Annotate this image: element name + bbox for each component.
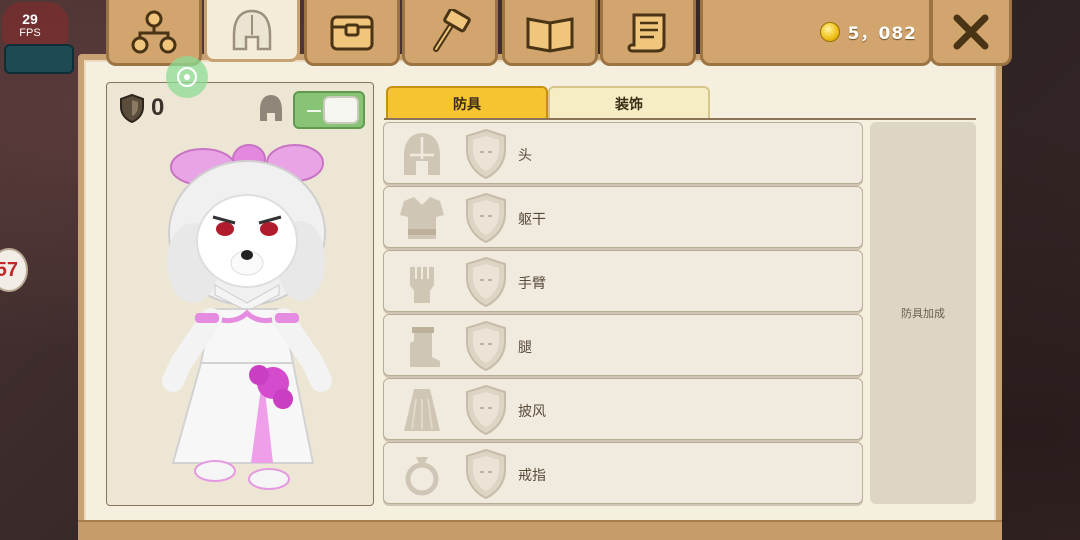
subtab-decoration[interactable]: 装饰: [548, 86, 710, 120]
fps-counter: 29 FPS: [10, 12, 50, 39]
slot-legs-label: 腿: [518, 340, 532, 356]
hierarchy-icon: [131, 10, 177, 53]
shield-slot-icon: [466, 448, 506, 500]
helmet-icon: [404, 133, 440, 175]
hammer-icon: [433, 8, 471, 52]
cape-icon: [404, 389, 440, 431]
backpack-icon: [330, 15, 374, 50]
slot-head[interactable]: 头: [383, 122, 863, 184]
slot-cape-label: 披风: [518, 404, 546, 420]
coin-balance: 5，082: [700, 0, 932, 66]
tab-scroll[interactable]: [600, 0, 696, 66]
coin-icon: [819, 21, 840, 42]
subtab-divider: [384, 118, 976, 120]
character-preview[interactable]: 0: [106, 82, 374, 506]
subtab-armor-label: 防具: [453, 97, 481, 113]
slot-ring-label: 戒指: [518, 468, 546, 484]
shield-slot-icon: [466, 128, 506, 180]
slot-legs[interactable]: 腿: [383, 314, 863, 376]
gauntlet-icon: [410, 267, 434, 303]
slot-ring[interactable]: 戒指: [383, 442, 863, 504]
shield-slot-icon: [466, 320, 506, 372]
shield-slot-icon: [466, 256, 506, 308]
shield-slot-icon: [466, 192, 506, 244]
boot-icon: [410, 327, 440, 367]
slot-cape[interactable]: 披风: [383, 378, 863, 440]
toggle-line: [307, 110, 321, 112]
armor-bonus-panel: 防具加成: [870, 122, 976, 504]
slot-torso-label: 躯干: [518, 212, 546, 228]
scroll-icon: [627, 13, 666, 52]
helmet-icon: [232, 9, 272, 50]
subtab-decoration-label: 装饰: [615, 97, 643, 113]
close-icon: [953, 14, 989, 49]
hud-status-bar: [4, 44, 74, 74]
slot-arms[interactable]: 手臂: [383, 250, 863, 312]
fps-value: 29: [22, 11, 38, 27]
shield-slot-icon: [466, 384, 506, 436]
tab-backpack[interactable]: [304, 0, 400, 66]
fps-label: FPS: [19, 27, 41, 39]
ring-icon: [405, 457, 439, 496]
armor-bonus-label: 防具加成: [901, 307, 945, 320]
panel-bottom-frame: [78, 520, 1002, 540]
character-model: [162, 144, 332, 490]
side-badge-text: 57: [0, 258, 18, 281]
top-tab-bar: 5，082: [68, 0, 1012, 66]
close-button[interactable]: [930, 0, 1012, 66]
recenter-target-icon[interactable]: [166, 56, 208, 98]
coin-amount: 5，082: [847, 24, 917, 44]
shield-icon: [120, 93, 144, 123]
book-icon: [526, 16, 574, 53]
tab-book[interactable]: [502, 0, 598, 66]
subtab-armor[interactable]: 防具: [386, 86, 548, 120]
chestplate-icon: [400, 197, 444, 239]
slot-head-label: 头: [518, 148, 532, 164]
slot-arms-label: 手臂: [518, 276, 546, 292]
tab-crafting[interactable]: [402, 0, 498, 66]
slot-torso[interactable]: 躯干: [383, 186, 863, 248]
tab-helmet[interactable]: [204, 0, 300, 62]
